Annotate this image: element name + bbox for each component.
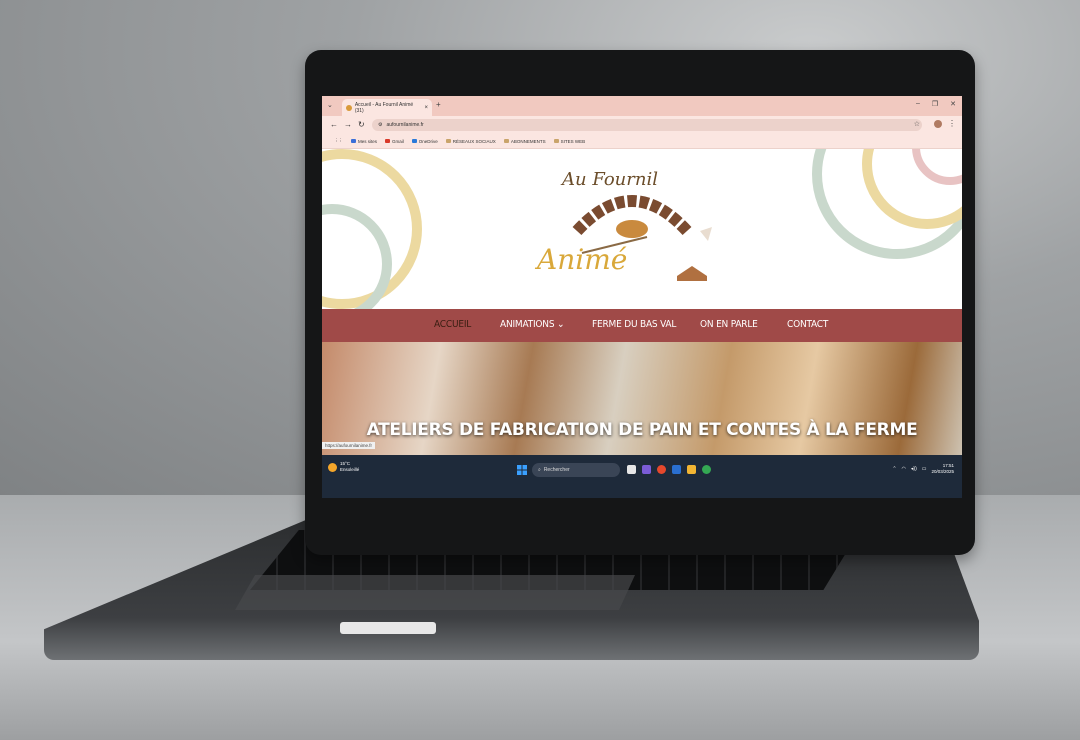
weather-temp: 15°C: [340, 461, 351, 466]
site-info-icon[interactable]: ⚙: [378, 122, 382, 128]
tab-accueil[interactable]: Accueil - Au Fournil Animé (31) ×: [342, 99, 432, 116]
bookmark-abonnements[interactable]: ABONNEMENTS: [503, 139, 546, 144]
weather-widget[interactable]: 15°C Ensoleillé: [328, 461, 359, 473]
new-tab-button[interactable]: +: [436, 100, 441, 109]
menu-icon[interactable]: ⋮: [948, 119, 956, 128]
outlook-icon[interactable]: [672, 465, 681, 474]
clock-date: 20/03/2025: [931, 469, 954, 474]
weather-desc: Ensoleillé: [340, 467, 360, 472]
logo-bottom-text: Animé: [537, 243, 628, 276]
address-bar[interactable]: ⚙ aufournilanime.fr: [372, 119, 922, 131]
folder-icon: [553, 139, 559, 143]
windows-taskbar: 15°C Ensoleillé ⌕ Rechercher ⌃ ◠ ◂)) ▭ 17…: [322, 455, 962, 498]
copilot-icon[interactable]: [642, 465, 651, 474]
battery-icon[interactable]: ▭: [922, 466, 927, 472]
volume-icon[interactable]: ◂)): [911, 466, 917, 472]
status-url: https://aufournilanime.fr: [322, 442, 376, 449]
close-button[interactable]: ✕: [950, 100, 956, 108]
minimize-button[interactable]: –: [916, 100, 920, 108]
search-label: Rechercher: [543, 467, 570, 473]
onedrive-icon: [411, 139, 417, 143]
nav-animations[interactable]: ANIMATIONS ⌄: [500, 319, 565, 330]
folder-icon: [503, 139, 509, 143]
apps-grid-icon[interactable]: ⋮⋮: [334, 138, 343, 144]
clock-time: 17:51: [942, 463, 954, 468]
nav-accueil[interactable]: ACCUEIL: [434, 319, 471, 330]
logo-top-text: Au Fournil: [562, 169, 658, 190]
gmail-icon: [385, 139, 391, 143]
file-explorer-icon[interactable]: [687, 465, 696, 474]
forward-icon[interactable]: →: [344, 120, 352, 129]
bookmark-reseaux-sociaux[interactable]: RÉSEAUX SOCIAUX: [445, 139, 496, 144]
laptop-screen: ⌄ Accueil - Au Fournil Animé (31) × + – …: [322, 96, 962, 498]
bookmark-gmail[interactable]: Gmail: [385, 139, 404, 144]
tab-title: Accueil - Au Fournil Animé (31): [354, 101, 414, 114]
tab-close-icon[interactable]: ×: [424, 105, 428, 111]
nav-contact[interactable]: CONTACT: [787, 319, 828, 330]
folder-icon: [445, 139, 451, 143]
bookmark-onedrive[interactable]: OneDrive: [411, 139, 438, 144]
main-nav: ACCUEIL ANIMATIONS ⌄ FERME DU BAS VAL ON…: [322, 309, 962, 342]
chevron-up-icon[interactable]: ⌃: [892, 466, 896, 472]
hero-title: ATELIERS DE FABRICATION DE PAIN ET CONTE…: [366, 420, 918, 440]
bookmark-sites-web[interactable]: SITES WEB: [553, 139, 585, 144]
nav-ferme-du-bas-val[interactable]: FERME DU BAS VAL: [592, 319, 676, 330]
site-icon: [351, 139, 356, 143]
chrome-icon[interactable]: [702, 465, 711, 474]
trackpad: [235, 575, 635, 610]
browser-toolbar: ← → ↻ ⚙ aufournilanime.fr ☆ ⋮: [322, 116, 962, 134]
window-controls: – ❐ ✕: [916, 100, 956, 108]
address-text: aufournilanime.fr: [386, 122, 424, 128]
clock[interactable]: 17:51 20/03/2025: [931, 463, 954, 475]
wifi-icon[interactable]: ◠: [902, 466, 906, 472]
nav-on-en-parle[interactable]: ON EN PARLE: [700, 319, 758, 330]
site-logo[interactable]: Au Fournil Animé: [522, 161, 742, 301]
hero-banner: ATELIERS DE FABRICATION DE PAIN ET CONTE…: [322, 342, 962, 467]
taskbar-search[interactable]: ⌕ Rechercher: [532, 463, 620, 477]
profile-avatar[interactable]: [934, 120, 942, 128]
task-view-icon[interactable]: [627, 465, 636, 474]
tab-bar: ⌄ Accueil - Au Fournil Animé (31) × + – …: [322, 96, 962, 116]
bookmarks-bar: ⋮⋮ Mes sites Gmail OneDrive RÉSEAUX SOCI…: [322, 134, 962, 149]
favicon-icon: [346, 104, 352, 111]
bookmark-star-icon[interactable]: ☆: [914, 120, 920, 128]
bookmark-mes-sites[interactable]: Mes sites: [351, 139, 377, 144]
search-icon: ⌕: [538, 467, 541, 473]
site-header: Au Fournil Animé: [322, 149, 962, 309]
tab-search-icon[interactable]: ⌄: [327, 101, 333, 109]
system-tray: ⌃ ◠ ◂)) ▭ 17:51 20/03/2025: [892, 463, 954, 475]
firefox-icon[interactable]: [657, 465, 666, 474]
reload-icon[interactable]: ↻: [358, 120, 365, 129]
back-icon[interactable]: ←: [330, 120, 338, 129]
laptop-notch: [340, 622, 436, 634]
windows-start-icon[interactable]: [517, 465, 527, 475]
sun-icon: [328, 462, 337, 472]
maximize-button[interactable]: ❐: [932, 100, 938, 108]
